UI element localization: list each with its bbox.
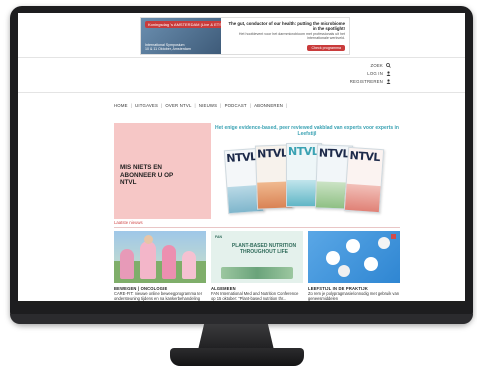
magazine-promo[interactable]: Het enige evidence-based, peer reviewed … <box>214 123 400 219</box>
magazine-tagline: Het enige evidence-based, peer reviewed … <box>215 125 399 137</box>
monitor-bezel: Koningsdag 's AMSTERDAM (Live & ETS) Int… <box>10 6 473 324</box>
news-card[interactable]: BEWEGEN | ONCOLOGIE CARE-FIT: nieuwe onl… <box>114 231 206 302</box>
search-label: ZOEK <box>370 63 383 68</box>
login-label: LOG IN <box>367 71 383 76</box>
magazine-logo: NTVL <box>318 146 350 161</box>
nav-item-nieuws[interactable]: NIEUWS <box>199 103 217 108</box>
register-link[interactable]: REGISTREREN <box>350 79 391 84</box>
subscribe-promo-title: MIS NIETS EN ABONNEER U OP NTVL <box>120 164 174 186</box>
nav-item-podcast[interactable]: PODCAST <box>225 103 247 108</box>
search-icon <box>386 63 391 68</box>
subscribe-promo[interactable]: MIS NIETS EN ABONNEER U OP NTVL <box>114 123 211 219</box>
nav-item-uitgaves[interactable]: UITGAVES <box>135 103 158 108</box>
header-divider <box>18 57 465 58</box>
ad-photo: Koningsdag 's AMSTERDAM (Live & ETS) Int… <box>141 18 227 54</box>
news-card[interactable]: FAN PLANT-BASED NUTRITION THROUGHOUT LIF… <box>211 231 303 302</box>
nav-top-divider <box>18 92 465 93</box>
news-card[interactable]: LEEFSTIJL IN DE PRAKTIJK Zo rem je polyp… <box>308 231 400 302</box>
section-title: Laatste nieuws <box>114 220 143 225</box>
bookmark-icon[interactable] <box>391 234 396 239</box>
monitor-stand-base <box>170 348 304 366</box>
browser-viewport: Koningsdag 's AMSTERDAM (Live & ETS) Int… <box>18 13 465 305</box>
magazine-covers: NTVL NTVL NTVL NTVL NTVL <box>223 143 396 215</box>
fan-logo: FAN <box>215 235 222 239</box>
monitor-chin <box>10 314 473 324</box>
main-nav: HOME | UITGAVES | OVER NTVL | NIEUWS | PODCA… <box>114 103 288 108</box>
user-icon <box>386 71 391 76</box>
ad-event-pill: Koningsdag 's AMSTERDAM (Live & ETS) <box>145 21 227 28</box>
search-link[interactable]: ZOEK <box>371 63 392 68</box>
ad-body: Het hoofdevent voor het darmmicrobioom m… <box>238 32 345 40</box>
monitor-stand-neck <box>198 324 274 350</box>
nav-item-over-ntvl[interactable]: OVER NTVL <box>165 103 191 108</box>
register-label: REGISTREREN <box>349 79 383 84</box>
nav-item-home[interactable]: HOME <box>114 103 128 108</box>
ad-headline: The gut, conductor of our health: puttin… <box>228 21 346 31</box>
news-card-image <box>308 231 400 283</box>
ad-cta-button[interactable]: Check programma <box>307 45 345 51</box>
ad-event-details: International Symposium 10 & 11 Oktober,… <box>145 43 191 51</box>
magazine-cover: NTVL <box>343 146 385 214</box>
browser-status-bar <box>18 301 465 305</box>
banner-ad[interactable]: Koningsdag 's AMSTERDAM (Live & ETS) Int… <box>140 17 350 55</box>
magazine-logo: NTVL <box>256 146 288 161</box>
nav-item-abonneren[interactable]: ABONNEREN <box>254 103 283 108</box>
news-card-image: FAN PLANT-BASED NUTRITION THROUGHOUT LIF… <box>211 231 303 283</box>
user-icon <box>386 79 391 84</box>
magazine-logo: NTVL <box>225 150 258 166</box>
section-rule <box>114 227 400 228</box>
news-card-banner: PLANT-BASED NUTRITION THROUGHOUT LIFE <box>231 243 297 255</box>
magazine-logo: NTVL <box>349 148 381 165</box>
login-link[interactable]: LOG IN <box>367 71 391 76</box>
magazine-logo: NTVL <box>288 145 319 158</box>
ad-text-panel: The gut, conductor of our health: puttin… <box>221 18 349 54</box>
news-card-image <box>114 231 206 283</box>
